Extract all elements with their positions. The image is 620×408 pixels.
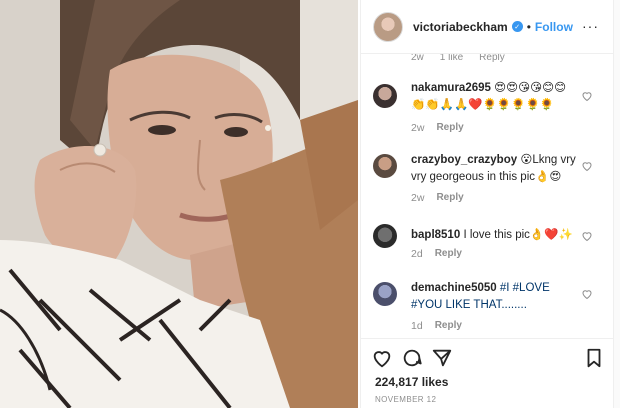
- reply-button[interactable]: Reply: [435, 320, 462, 332]
- follow-button[interactable]: Follow: [535, 20, 573, 34]
- like-heart-icon[interactable]: [581, 288, 593, 300]
- commenter-avatar[interactable]: [373, 154, 397, 178]
- like-heart-icon[interactable]: [581, 160, 593, 172]
- comment-text: nakamura2695 😍😍😘😘😊😊👏👏🙏🙏❤️🌻🌻🌻🌻🌻: [411, 80, 579, 114]
- reply-button[interactable]: Reply: [479, 54, 505, 63]
- comments-list[interactable]: 2w 1 like Reply nakamura2695 😍😍😘😘😊😊👏👏🙏🙏❤…: [361, 54, 615, 336]
- commenter-username[interactable]: demachine5050: [411, 282, 497, 294]
- post-actions: 224,817 likes NOVEMBER 12: [361, 338, 615, 408]
- author-avatar[interactable]: [373, 11, 403, 42]
- comment-like-count[interactable]: 1 like: [440, 54, 463, 63]
- commenter-username[interactable]: bapl8510: [411, 229, 460, 241]
- commenter-username[interactable]: nakamura2695: [411, 82, 491, 94]
- comment-meta: 2d Reply: [411, 248, 462, 260]
- like-heart-icon[interactable]: [581, 230, 593, 242]
- more-options-icon[interactable]: ···: [582, 18, 599, 34]
- author-username[interactable]: victoriabeckham: [413, 20, 508, 34]
- commenter-avatar[interactable]: [373, 84, 397, 108]
- like-heart-icon[interactable]: [371, 347, 393, 369]
- comment-text: crazyboy_crazyboy 😮Lkng vry vry georgeou…: [411, 152, 579, 186]
- comment-time: 2w: [411, 54, 424, 63]
- commenter-avatar[interactable]: [373, 282, 397, 306]
- post-sidebar: victoriabeckham ✓ • Follow ··· 2w 1 like…: [360, 0, 615, 408]
- comment-bubble-icon[interactable]: [401, 347, 423, 369]
- verified-badge-icon: ✓: [511, 21, 523, 32]
- bookmark-icon[interactable]: [583, 347, 605, 369]
- comment-body: I love this pic👌❤️✨: [463, 229, 573, 241]
- post-photo[interactable]: [0, 0, 358, 408]
- comment-text: demachine5050 #I #LOVE #YOU LIKE THAT...…: [411, 280, 579, 314]
- share-paper-plane-icon[interactable]: [431, 347, 453, 369]
- comment-time: 2d: [411, 248, 423, 260]
- comment-meta: 1d Reply: [411, 320, 462, 332]
- post-date[interactable]: NOVEMBER 12: [375, 395, 436, 404]
- comment-text: bapl8510 I love this pic👌❤️✨: [411, 227, 579, 244]
- comment-time: 2w: [411, 192, 425, 204]
- reply-button[interactable]: Reply: [435, 248, 462, 260]
- commenter-username[interactable]: crazyboy_crazyboy: [411, 154, 517, 166]
- window-scrollbar[interactable]: [614, 0, 620, 408]
- post-header: victoriabeckham ✓ • Follow ···: [361, 0, 615, 54]
- like-heart-icon[interactable]: [581, 90, 593, 102]
- reply-button[interactable]: Reply: [436, 122, 463, 134]
- comment-meta: 2w Reply: [411, 192, 464, 204]
- comment-time: 1d: [411, 320, 423, 332]
- separator-dot: •: [526, 19, 531, 34]
- partial-comment-meta: 2w 1 like Reply: [411, 54, 505, 63]
- comment-meta: 2w Reply: [411, 122, 464, 134]
- reply-button[interactable]: Reply: [436, 192, 463, 204]
- commenter-avatar[interactable]: [373, 224, 397, 248]
- photo-illustration: [0, 0, 358, 408]
- comment-time: 2w: [411, 122, 425, 134]
- likes-count[interactable]: 224,817 likes: [375, 375, 448, 389]
